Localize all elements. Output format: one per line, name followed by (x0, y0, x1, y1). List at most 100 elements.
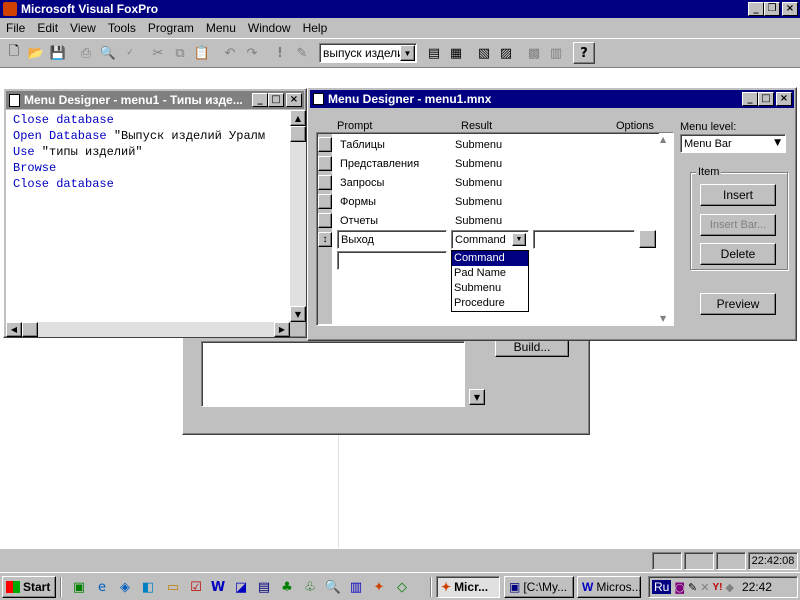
scroll-down-arrow-icon[interactable]: ▼ (290, 306, 306, 322)
grid-vertical-scrollbar[interactable]: ▲ ▼ (659, 133, 673, 325)
new-file-icon[interactable]: 🗋 (3, 42, 25, 64)
program-icon[interactable]: ◇ (391, 576, 413, 598)
help-icon[interactable]: ? (573, 42, 595, 64)
menu-menu[interactable]: Menu (206, 21, 236, 35)
spell-check-icon[interactable]: ✓ (119, 42, 141, 64)
scroll-down-arrow-icon[interactable]: ▼ (660, 314, 666, 323)
row-result[interactable]: Submenu (455, 173, 535, 192)
row-mover-button[interactable] (318, 175, 332, 190)
menu-level-arrow-icon[interactable]: ▼ (774, 138, 781, 148)
row-mover-button[interactable] (318, 137, 332, 152)
options-button[interactable] (639, 230, 656, 248)
minimize-button[interactable]: _ (748, 2, 764, 16)
edit-prompt-field[interactable]: Выход (337, 230, 447, 249)
options-field[interactable] (533, 230, 635, 249)
task-button-foxpro[interactable]: ✦ Micr... (436, 576, 500, 598)
row-prompt[interactable]: Отчеты (340, 211, 448, 230)
menu-level-combo[interactable]: Menu Bar ▼ (680, 134, 786, 153)
code-vertical-scrollbar[interactable]: ▲ ▼ (290, 110, 306, 322)
row-result[interactable]: Submenu (455, 154, 535, 173)
row-mover-button[interactable] (318, 156, 332, 171)
background-edit-area[interactable] (201, 341, 465, 407)
dropdown-option[interactable]: Command (452, 251, 528, 266)
dropdown-option[interactable]: Procedure (452, 296, 528, 311)
autoreport-icon[interactable]: ▥ (545, 42, 567, 64)
preview-button[interactable]: Preview (700, 293, 776, 315)
row-prompt[interactable]: Таблицы (340, 135, 448, 154)
explorer-icon[interactable]: ▭ (162, 576, 184, 598)
task-button-word[interactable]: W Micros... (577, 576, 641, 598)
copy-icon[interactable]: ⧉ (169, 42, 191, 64)
dropdown-option[interactable]: Pad Name (452, 266, 528, 281)
row-result[interactable]: Submenu (455, 192, 535, 211)
tree-icon[interactable]: ♣ (276, 576, 298, 598)
form-wizard-icon[interactable]: ▧ (473, 42, 495, 64)
scroll-up-arrow-icon[interactable]: ▲ (290, 110, 306, 126)
modify-form-icon[interactable]: ✎ (291, 42, 313, 64)
network-icon[interactable]: ◈ (114, 576, 136, 598)
designer-close-button[interactable]: × (776, 92, 792, 106)
menu-tools[interactable]: Tools (108, 21, 136, 35)
tray-volume-icon[interactable]: ✎ (688, 581, 697, 594)
books-icon[interactable]: ▥ (345, 576, 367, 598)
new-prompt-field[interactable] (337, 251, 447, 270)
desktop-icon[interactable]: ▣ (68, 576, 90, 598)
word-icon[interactable]: W (207, 576, 229, 598)
run-icon[interactable]: ! (269, 42, 291, 64)
tray-shield-icon[interactable]: ◆ (725, 581, 733, 594)
foxpro-icon[interactable]: ✦ (368, 576, 390, 598)
outlook-icon[interactable]: ◪ (230, 576, 252, 598)
task-button-explorer[interactable]: ▣ [C:\My... (504, 576, 574, 598)
insert-button[interactable]: Insert (700, 184, 776, 206)
undo-icon[interactable]: ↶ (219, 42, 241, 64)
open-folder-icon[interactable]: 📂 (25, 42, 47, 64)
code-maximize-button[interactable]: □ (268, 93, 284, 107)
code-horizontal-scrollbar[interactable]: ◀ ▶ (6, 322, 290, 337)
database-combo[interactable]: выпуск издели ▼ (319, 43, 417, 63)
scroll-left-arrow-icon[interactable]: ◀ (6, 322, 22, 337)
code-editor[interactable]: Close database Open Database "Выпуск изд… (6, 110, 290, 322)
restore-button[interactable]: ❐ (764, 2, 780, 16)
channels-icon[interactable]: ◧ (137, 576, 159, 598)
code-close-button[interactable]: × (286, 93, 302, 107)
tray-app-icon[interactable]: ◙ (674, 581, 685, 594)
row-mover-button[interactable] (318, 194, 332, 209)
code-minimize-button[interactable]: _ (252, 93, 268, 107)
menu-view[interactable]: View (70, 21, 96, 35)
menu-window[interactable]: Window (248, 21, 291, 35)
print-preview-icon[interactable]: 🔍 (97, 42, 119, 64)
row-result[interactable]: Submenu (455, 211, 535, 230)
menu-help[interactable]: Help (303, 21, 328, 35)
designer-minimize-button[interactable]: _ (742, 92, 758, 106)
insert-bar-button[interactable]: Insert Bar... (700, 214, 776, 236)
row-result[interactable]: Submenu (455, 135, 535, 154)
report-wizard-icon[interactable]: ▨ (495, 42, 517, 64)
autoform-icon[interactable]: ▩ (523, 42, 545, 64)
scroll-right-arrow-icon[interactable]: ▶ (274, 322, 290, 337)
cut-icon[interactable]: ✂ (147, 42, 169, 64)
redo-icon[interactable]: ↷ (241, 42, 263, 64)
tray-network-icon[interactable]: ✕ (700, 581, 709, 594)
menu-program[interactable]: Program (148, 21, 194, 35)
scroll-thumb[interactable] (290, 126, 306, 142)
print-icon[interactable]: ⎙ (75, 42, 97, 64)
designer-maximize-button[interactable]: □ (758, 92, 774, 106)
internet-explorer-icon[interactable]: e (91, 576, 113, 598)
checklist-icon[interactable]: ☑ (185, 576, 207, 598)
scroll-up-arrow-icon[interactable]: ▲ (660, 135, 666, 144)
move-row-arrows-icon[interactable]: ↕ (318, 232, 332, 247)
row-prompt[interactable]: Представления (340, 154, 448, 173)
paste-icon[interactable]: 📋 (191, 42, 213, 64)
menu-file[interactable]: File (6, 21, 25, 35)
result-dropdown-arrow-icon[interactable]: ▼ (512, 233, 526, 246)
delete-button[interactable]: Delete (700, 243, 776, 265)
save-icon[interactable]: 💾 (47, 42, 69, 64)
result-combo[interactable]: Command ▼ (451, 230, 529, 249)
tray-yahoo-icon[interactable]: Y! (712, 582, 722, 593)
row-mover-button[interactable] (318, 213, 332, 228)
dropdown-option[interactable]: Submenu (452, 281, 528, 296)
app-window-icon[interactable]: ▤ (253, 576, 275, 598)
menu-edit[interactable]: Edit (37, 21, 58, 35)
scroll-down-arrow-icon[interactable]: ▼ (469, 389, 485, 405)
find-icon[interactable]: 🔍 (322, 576, 344, 598)
